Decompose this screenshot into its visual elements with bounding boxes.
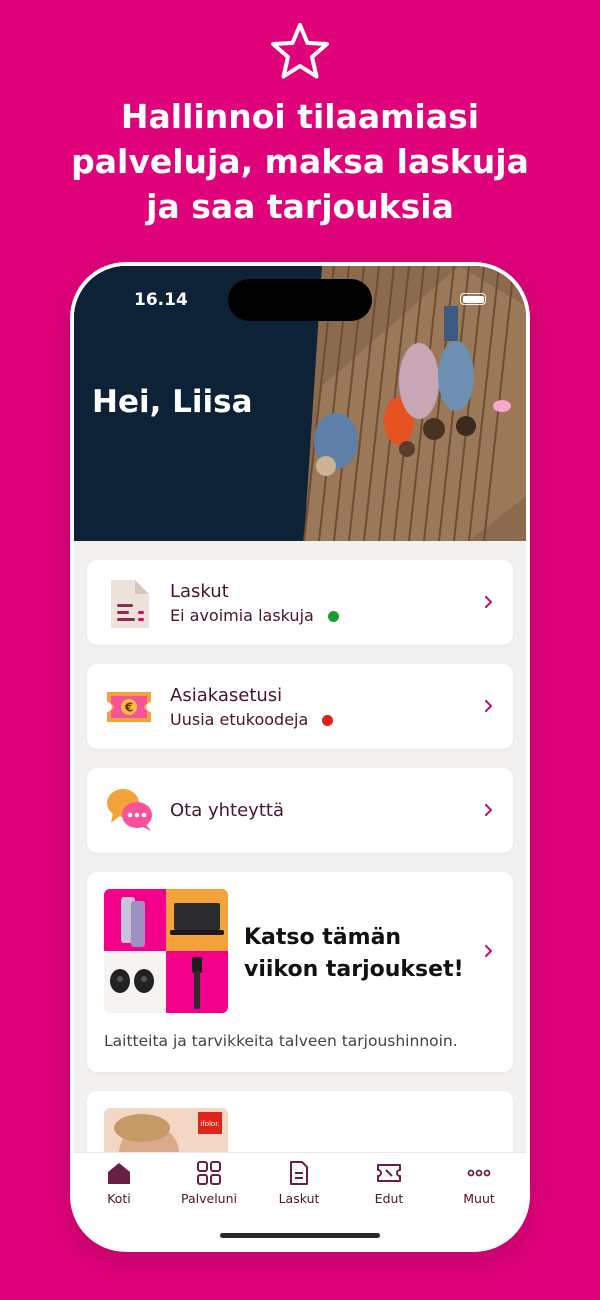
phone-frame: 16.14 Hei, Liisa Laskut Ei avoimia lasku… (70, 262, 530, 1252)
headline-line-2: palveluja, maksa laskuja (71, 142, 529, 181)
document-icon (290, 1161, 308, 1185)
headline-line-1: Hallinnoi tilaamiasi (120, 97, 480, 136)
ticket-icon (377, 1164, 401, 1182)
tab-home-label: Koti (107, 1191, 131, 1206)
tab-bills-label: Laskut (278, 1191, 320, 1206)
offers-description: Laitteita ja tarvikkeita talveen tarjous… (104, 1032, 458, 1050)
offers-product-collage (104, 889, 228, 1013)
tab-bills[interactable]: Laskut (254, 1161, 344, 1206)
photo-service-thumbnail: ifolor. (104, 1108, 228, 1152)
bottom-tab-bar: Koti Palveluni Laskut Edut Muut (74, 1152, 526, 1248)
chevron-right-icon (485, 945, 492, 957)
greeting-title: Hei, Liisa (92, 384, 253, 420)
document-icon (111, 580, 149, 628)
headline-line-3: ja saa tarjouksia (146, 187, 454, 226)
status-time: 16.14 (134, 290, 188, 310)
chevron-right-icon (485, 700, 492, 712)
more-icon (467, 1169, 491, 1177)
bills-status-text: Ei avoimia laskuja (170, 606, 314, 625)
status-dot-red (322, 715, 334, 726)
benefits-title: Asiakasetusi (170, 685, 283, 706)
chat-bubbles-icon (107, 789, 152, 831)
euro-ticket-icon: € (107, 692, 151, 722)
offers-card[interactable]: Katso tämän viikon tarjoukset! Laitteita… (87, 872, 513, 1072)
bills-card[interactable]: Laskut Ei avoimia laskuja (87, 560, 513, 645)
offers-title-line-1: Katso tämän (244, 925, 402, 950)
promo-headline: Hallinnoi tilaamiasi palveluja, maksa la… (40, 94, 560, 229)
home-indicator[interactable] (220, 1233, 380, 1238)
bills-subtitle: Ei avoimia laskuja (170, 606, 339, 625)
benefits-status-text: Uusia etukoodeja (170, 710, 309, 729)
offers-title: Katso tämän viikon tarjoukset! (244, 922, 464, 986)
tab-benefits[interactable]: Edut (344, 1161, 434, 1206)
tab-services-label: Palveluni (181, 1191, 237, 1206)
tab-home[interactable]: Koti (74, 1161, 164, 1206)
grid-icon (197, 1161, 221, 1185)
tab-more-label: Muut (463, 1191, 495, 1206)
app-screen: 16.14 Hei, Liisa Laskut Ei avoimia lasku… (74, 266, 526, 1248)
photo-service-card[interactable]: ifolor. (87, 1091, 513, 1152)
benefits-subtitle: Uusia etukoodeja (170, 710, 334, 729)
ifolor-logo: ifolor. (200, 1120, 219, 1128)
offers-title-line-2: viikon tarjoukset! (244, 957, 464, 982)
contact-card[interactable]: Ota yhteyttä (87, 768, 513, 853)
chevron-right-icon (485, 804, 492, 816)
tab-services[interactable]: Palveluni (164, 1161, 254, 1206)
home-content: Laskut Ei avoimia laskuja € Asiakasetusi (74, 541, 526, 1152)
chevron-right-icon (485, 596, 492, 608)
hero-banner: 16.14 Hei, Liisa (74, 266, 526, 541)
status-dot-green (327, 611, 339, 622)
dynamic-island (228, 279, 372, 321)
tab-more[interactable]: Muut (434, 1161, 524, 1206)
benefits-card[interactable]: € Asiakasetusi Uusia etukoodeja (87, 664, 513, 749)
bills-title: Laskut (170, 581, 229, 602)
star-icon (271, 23, 329, 79)
tab-benefits-label: Edut (374, 1191, 404, 1206)
svg-text:€: € (124, 701, 133, 715)
battery-icon (460, 293, 486, 305)
home-icon (108, 1163, 130, 1184)
contact-title: Ota yhteyttä (170, 800, 284, 821)
